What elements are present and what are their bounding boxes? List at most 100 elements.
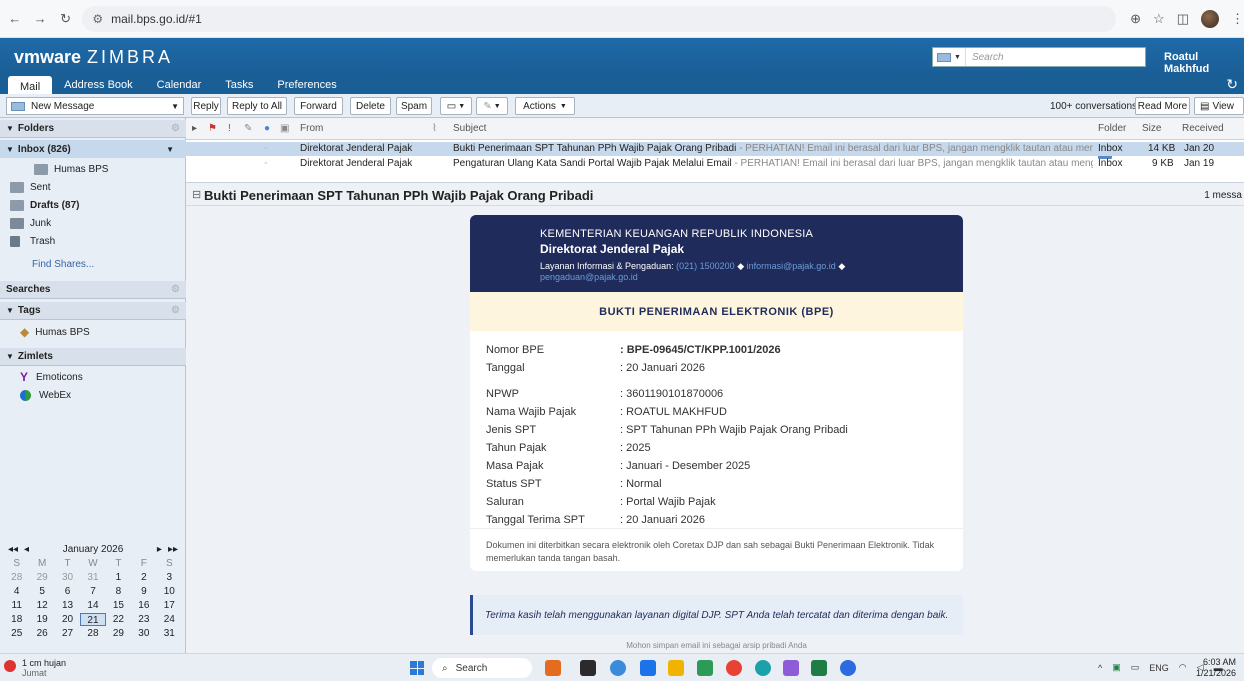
refresh-icon[interactable]: ↻ <box>1226 76 1238 93</box>
expand-icon[interactable]: ▸ <box>192 123 197 134</box>
calendar-day[interactable]: 29 <box>106 627 131 640</box>
read-status-icon[interactable]: ◦ <box>264 158 268 169</box>
tab-address-book[interactable]: Address Book <box>52 76 144 94</box>
forward-icon[interactable]: → <box>29 8 50 30</box>
app-icon[interactable] <box>640 660 656 676</box>
calendar-day[interactable]: 28 <box>4 571 29 584</box>
delete-button[interactable]: Delete <box>350 97 391 115</box>
calendar-day[interactable]: 12 <box>29 599 54 612</box>
table-row[interactable]: ◦ Direktorat Jenderal Pajak Pengaturan U… <box>186 157 1244 171</box>
priority-icon[interactable]: ! <box>228 123 231 134</box>
bookmark-star-icon[interactable]: ☆ <box>1153 11 1165 27</box>
move-folder-button[interactable]: ▭ ▼ <box>440 97 472 115</box>
calendar-day[interactable]: 8 <box>106 585 131 598</box>
back-icon[interactable]: ← <box>4 8 25 30</box>
calendar-day[interactable]: 10 <box>157 585 182 598</box>
calendar-day[interactable]: 23 <box>131 613 156 626</box>
calendar-day[interactable]: 16 <box>131 599 156 612</box>
tag-icon[interactable]: ✎ <box>244 123 252 134</box>
profile-avatar[interactable] <box>1201 9 1219 28</box>
calendar-day[interactable]: 26 <box>29 627 54 640</box>
calendar-day[interactable]: 7 <box>80 585 105 598</box>
calendar-day[interactable]: 15 <box>106 599 131 612</box>
column-received[interactable]: Received <box>1182 123 1224 134</box>
edge-browser-icon[interactable] <box>755 660 771 676</box>
column-from[interactable]: From <box>300 123 323 134</box>
email-info-link[interactable]: informasi@pajak.go.id <box>747 261 836 271</box>
windows-start-icon[interactable] <box>410 661 424 675</box>
search-icon[interactable]: ⌕ <box>1128 50 1135 65</box>
calendar-day[interactable]: 4 <box>4 585 29 598</box>
calendar-day[interactable]: 20 <box>55 613 80 626</box>
calendar-day[interactable]: 22 <box>106 613 131 626</box>
calendar-day[interactable]: 25 <box>4 627 29 640</box>
tab-mail[interactable]: Mail <box>8 76 53 94</box>
calendar-day[interactable]: 6 <box>55 585 80 598</box>
task-view-icon[interactable] <box>580 660 596 676</box>
find-shares-link[interactable]: Find Shares... <box>32 259 94 270</box>
app-icon[interactable] <box>783 660 799 676</box>
zimlets-header[interactable]: ▼ Zimlets <box>0 348 186 366</box>
sidebar-item-tag-humas[interactable]: ◆ Humas BPS <box>0 323 186 341</box>
sidebar-item-emoticons[interactable]: Y Emoticons <box>0 368 186 386</box>
paperclip-icon[interactable]: ⌇ <box>432 123 437 134</box>
reload-icon[interactable]: ↻ <box>55 8 76 30</box>
forward-button[interactable]: Forward <box>294 97 343 115</box>
chevron-down-icon[interactable]: ▼ <box>166 145 174 154</box>
new-message-button[interactable]: New Message ▼ <box>6 97 184 115</box>
sidebar-item-humas-bps[interactable]: Humas BPS <box>0 160 186 178</box>
read-more-button[interactable]: Read More <box>1135 97 1190 115</box>
sidebar-item-drafts[interactable]: Drafts (87) <box>0 196 186 214</box>
chrome-icon[interactable] <box>726 660 742 676</box>
calendar-day[interactable]: 31 <box>157 627 182 640</box>
calendar-day[interactable]: 11 <box>4 599 29 612</box>
chevron-up-icon[interactable]: ^ <box>1098 663 1102 673</box>
phone-link[interactable]: (021) 1500200 <box>676 261 735 271</box>
gear-icon[interactable]: ⚙ <box>171 123 180 134</box>
site-settings-icon[interactable]: ⚙ <box>92 12 103 26</box>
calendar-day[interactable]: 31 <box>80 571 105 584</box>
reply-button[interactable]: Reply <box>191 97 221 115</box>
next-year-icon[interactable]: ▸▸ <box>168 544 178 555</box>
language-indicator[interactable]: ENG <box>1149 663 1169 673</box>
calendar-day[interactable]: 27 <box>55 627 80 640</box>
browser-menu-icon[interactable]: ⋮ <box>1231 11 1244 27</box>
tab-preferences[interactable]: Preferences <box>265 76 348 94</box>
search-box[interactable]: ▼ Search <box>932 47 1146 67</box>
calendar-day[interactable]: 30 <box>131 627 156 640</box>
actions-button[interactable]: Actions ▼ <box>515 97 575 115</box>
calendar-day[interactable]: 17 <box>157 599 182 612</box>
clock[interactable]: 6:03 AM 1/21/2026 <box>1196 657 1236 679</box>
gear-icon[interactable]: ⚙ <box>171 305 180 316</box>
calendar-day-today[interactable]: 21 <box>80 613 106 626</box>
calendar-day[interactable]: 13 <box>55 599 80 612</box>
tag-button[interactable]: ✎ ▼ <box>476 97 508 115</box>
sidebar-item-junk[interactable]: Junk <box>0 214 186 232</box>
address-bar[interactable]: ⚙ mail.bps.go.id/#1 <box>82 5 1117 32</box>
prev-year-icon[interactable]: ◂◂ <box>8 544 18 555</box>
zoom-icon[interactable]: ⊕ <box>1130 11 1141 27</box>
column-size[interactable]: Size <box>1142 123 1161 134</box>
folders-header[interactable]: ▼ Folders ⚙ <box>0 120 186 138</box>
widgets-icon[interactable] <box>545 660 561 676</box>
calendar-day[interactable]: 2 <box>131 571 156 584</box>
calendar-day[interactable]: 9 <box>131 585 156 598</box>
taskbar-search[interactable]: ⌕ Search <box>432 658 532 678</box>
reply-all-button[interactable]: Reply to All <box>227 97 287 115</box>
attachment-icon[interactable]: ▣ <box>280 123 289 134</box>
calendar-day[interactable]: 1 <box>106 571 131 584</box>
calendar-day[interactable]: 30 <box>55 571 80 584</box>
email-complaint-link[interactable]: pengaduan@pajak.go.id <box>540 272 638 282</box>
edge-icon[interactable] <box>610 660 626 676</box>
table-row[interactable]: ◦ Direktorat Jenderal Pajak Bukti Peneri… <box>186 142 1244 156</box>
extensions-icon[interactable]: ◫ <box>1177 11 1189 27</box>
search-type-selector[interactable]: ▼ <box>933 48 966 66</box>
collapse-icon[interactable]: ⊟ <box>192 188 201 201</box>
weather-icon[interactable] <box>4 660 16 672</box>
calendar-day[interactable]: 28 <box>80 627 105 640</box>
wifi-icon[interactable]: ◠ <box>1179 662 1187 673</box>
excel-icon[interactable] <box>811 660 827 676</box>
calendar-day[interactable]: 14 <box>80 599 105 612</box>
user-menu[interactable]: Roatul Makhfud <box>1164 51 1244 75</box>
app-icon[interactable] <box>697 660 713 676</box>
